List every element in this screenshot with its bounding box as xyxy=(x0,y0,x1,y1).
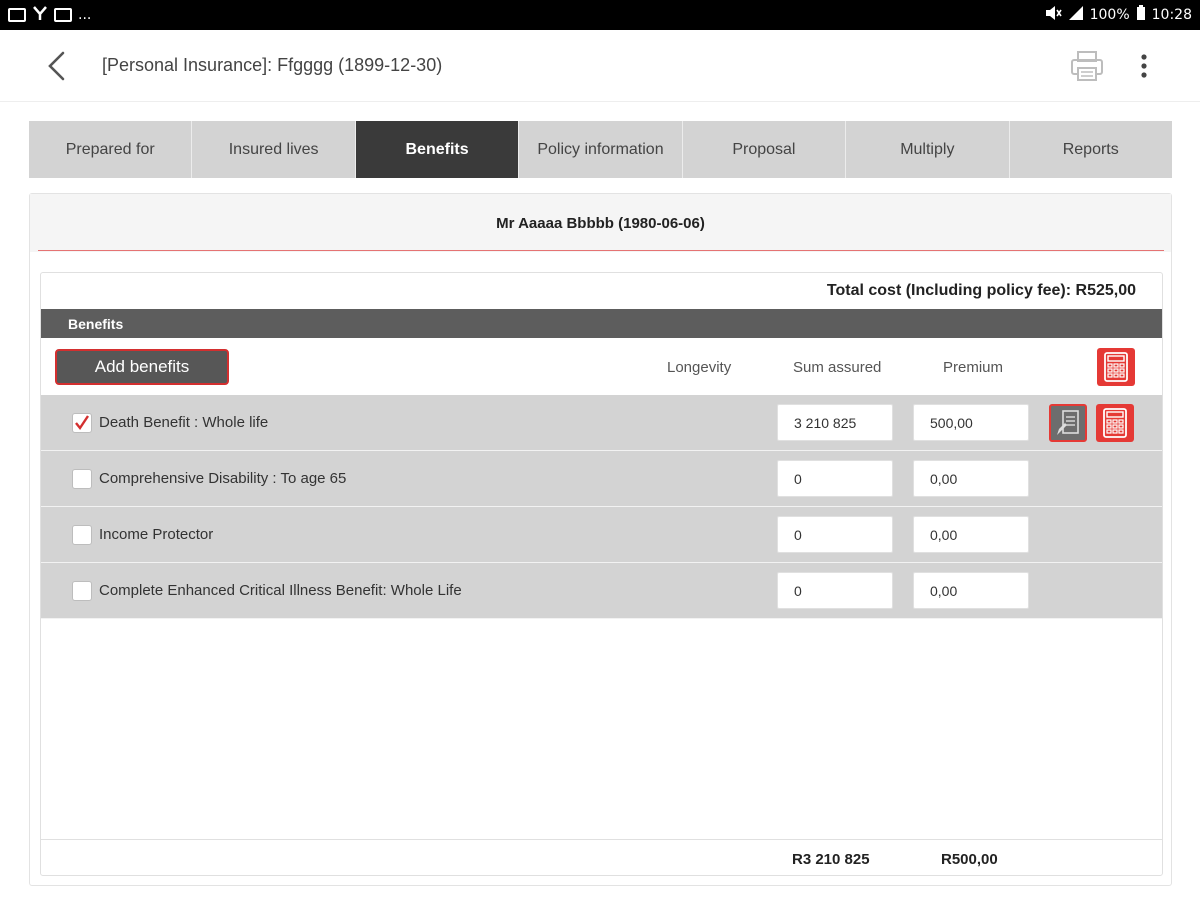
total-sum-assured: R3 210 825 xyxy=(792,851,870,868)
tab-proposal[interactable]: Proposal xyxy=(683,121,847,178)
calculator-icon xyxy=(1104,352,1128,382)
tab-benefits[interactable]: Benefits xyxy=(355,121,520,178)
benefits-card: Total cost (Including policy fee): R525,… xyxy=(40,272,1163,876)
sum-assured-input[interactable]: 3 210 825 xyxy=(777,404,893,441)
benefit-label: Income Protector xyxy=(99,526,214,543)
page-title: [Personal Insurance]: Ffgggg (1899-12-30… xyxy=(102,55,443,75)
mute-icon xyxy=(1044,5,1062,25)
benefit-label: Complete Enhanced Critical Illness Benef… xyxy=(99,582,462,599)
benefit-checkbox[interactable] xyxy=(72,525,92,545)
more-vertical-icon xyxy=(1141,54,1147,78)
main-panel: Mr Aaaaa Bbbbb (1980-06-06) Total cost (… xyxy=(29,193,1172,886)
total-cost: Total cost (Including policy fee): R525,… xyxy=(826,282,1136,299)
status-right: 100% 10:28 xyxy=(1044,5,1192,25)
calculator-icon xyxy=(1103,408,1127,438)
benefit-row: Complete Enhanced Critical Illness Benef… xyxy=(41,563,1162,619)
status-bar: ... 100% 10:28 xyxy=(0,0,1200,30)
premium-input[interactable]: 0,00 xyxy=(913,572,1029,609)
column-header-longevity: Longevity xyxy=(667,359,732,376)
notification-icon xyxy=(54,8,72,22)
status-left: ... xyxy=(8,5,91,25)
checkmark-icon xyxy=(75,415,89,431)
section-title: Benefits xyxy=(68,315,124,332)
benefit-details-button[interactable] xyxy=(1049,404,1087,442)
document-edit-icon xyxy=(1057,410,1079,435)
vpn-icon xyxy=(32,5,48,25)
status-ellipsis: ... xyxy=(78,7,92,23)
battery-icon xyxy=(1136,5,1146,25)
tab-multiply[interactable]: Multiply xyxy=(846,121,1010,178)
tab-bar: Prepared for Insured lives Benefits Poli… xyxy=(29,121,1172,178)
benefit-row: Death Benefit : Whole life 3 210 825 500… xyxy=(41,395,1162,451)
benefit-row: Comprehensive Disability : To age 65 0 0… xyxy=(41,451,1162,507)
tab-insured-lives[interactable]: Insured lives xyxy=(192,121,356,178)
tab-prepared-for[interactable]: Prepared for xyxy=(29,121,193,178)
benefit-calculate-button[interactable] xyxy=(1096,404,1134,442)
add-benefits-button[interactable]: Add benefits xyxy=(55,349,229,385)
premium-input[interactable]: 0,00 xyxy=(913,516,1029,553)
back-arrow-icon xyxy=(48,51,65,80)
overflow-menu-button[interactable] xyxy=(1122,44,1166,88)
print-button[interactable] xyxy=(1064,44,1110,88)
gallery-icon xyxy=(8,8,26,22)
tab-policy-information[interactable]: Policy information xyxy=(519,121,683,178)
header-divider xyxy=(38,250,1164,251)
benefit-label: Death Benefit : Whole life xyxy=(99,414,269,431)
benefit-checkbox[interactable] xyxy=(72,581,92,601)
insured-person-name: Mr Aaaaa Bbbbb (1980-06-06) xyxy=(30,194,1171,252)
premium-input[interactable]: 0,00 xyxy=(913,460,1029,497)
back-button[interactable] xyxy=(26,36,86,96)
calculate-all-button[interactable] xyxy=(1097,348,1135,386)
sum-assured-input[interactable]: 0 xyxy=(777,460,893,497)
benefit-checkbox[interactable] xyxy=(72,469,92,489)
status-time: 10:28 xyxy=(1151,7,1192,23)
benefits-list: Death Benefit : Whole life 3 210 825 500… xyxy=(41,395,1162,619)
benefits-section-header: Benefits xyxy=(41,309,1162,338)
benefit-checkbox[interactable] xyxy=(72,413,92,433)
app-bar: [Personal Insurance]: Ffgggg (1899-12-30… xyxy=(0,30,1200,102)
tab-reports[interactable]: Reports xyxy=(1010,121,1172,178)
column-header-sum-assured: Sum assured xyxy=(793,359,882,376)
benefit-row: Income Protector 0 0,00 xyxy=(41,507,1162,563)
benefit-label: Comprehensive Disability : To age 65 xyxy=(99,470,347,487)
premium-input[interactable]: 500,00 xyxy=(913,404,1029,441)
total-premium: R500,00 xyxy=(941,851,998,868)
sum-assured-input[interactable]: 0 xyxy=(777,516,893,553)
totals-footer: R3 210 825 R500,00 xyxy=(41,839,1162,875)
battery-percent: 100% xyxy=(1089,7,1130,23)
column-header-premium: Premium xyxy=(943,359,1004,376)
signal-icon xyxy=(1068,5,1084,25)
sum-assured-input[interactable]: 0 xyxy=(777,572,893,609)
printer-icon xyxy=(1071,51,1103,81)
